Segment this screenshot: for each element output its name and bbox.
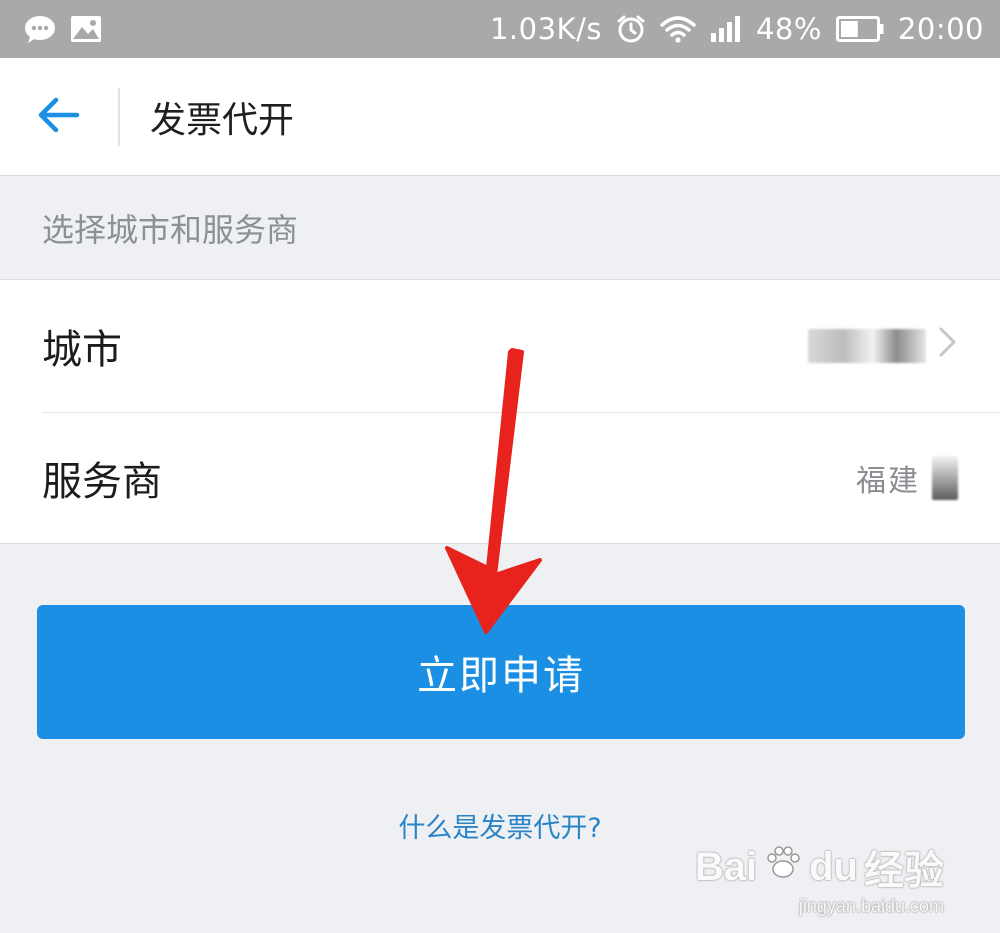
wifi-icon [660,15,696,43]
provider-value-text: 福建 [856,464,920,499]
signal-icon [710,16,742,42]
redacted-value [808,329,926,363]
watermark-brand-cn: 经验 [864,849,944,893]
watermark-brand-tail: du [809,844,858,889]
clock: 20:00 [897,12,984,46]
provider-label: 服务商 [42,459,162,505]
city-value [808,326,958,366]
battery-icon [835,16,884,42]
city-row[interactable]: 城市 [0,280,1000,412]
provider-row[interactable]: 服务商 福建 [0,412,1000,544]
watermark-brand: Bai du 经验 [695,838,944,896]
arrow-left-icon [37,95,81,139]
section-label: 选择城市和服务商 [0,176,1000,280]
redacted-value [932,456,958,500]
network-speed: 1.03K/s [489,12,602,46]
app-header: 发票代开 [0,58,1000,176]
status-bar: 1.03K/s 48% 20:00 [0,0,1000,58]
watermark-brand-text: Bai [694,844,758,889]
apply-now-button[interactable]: 立即申请 [37,605,965,739]
selection-list: 城市 服务商 福建 [0,280,1000,544]
image-icon [70,15,102,43]
chevron-right-icon [938,326,958,366]
status-bar-right: 1.03K/s 48% 20:00 [490,12,984,46]
city-label: 城市 [42,327,122,373]
battery-fill [840,21,858,37]
header-divider [118,87,120,146]
chat-icon [24,15,56,43]
battery-percent: 48% [755,12,822,46]
status-bar-left [24,15,102,43]
baidu-watermark: Bai du 经验 jingyan.baidu.com [695,838,944,917]
watermark-url: jingyan.baidu.com [798,896,944,916]
alarm-icon [616,14,646,44]
back-button[interactable] [0,58,118,176]
paw-icon [763,842,803,892]
page-title: 发票代开 [150,99,295,141]
provider-value: 福建 [856,456,958,500]
